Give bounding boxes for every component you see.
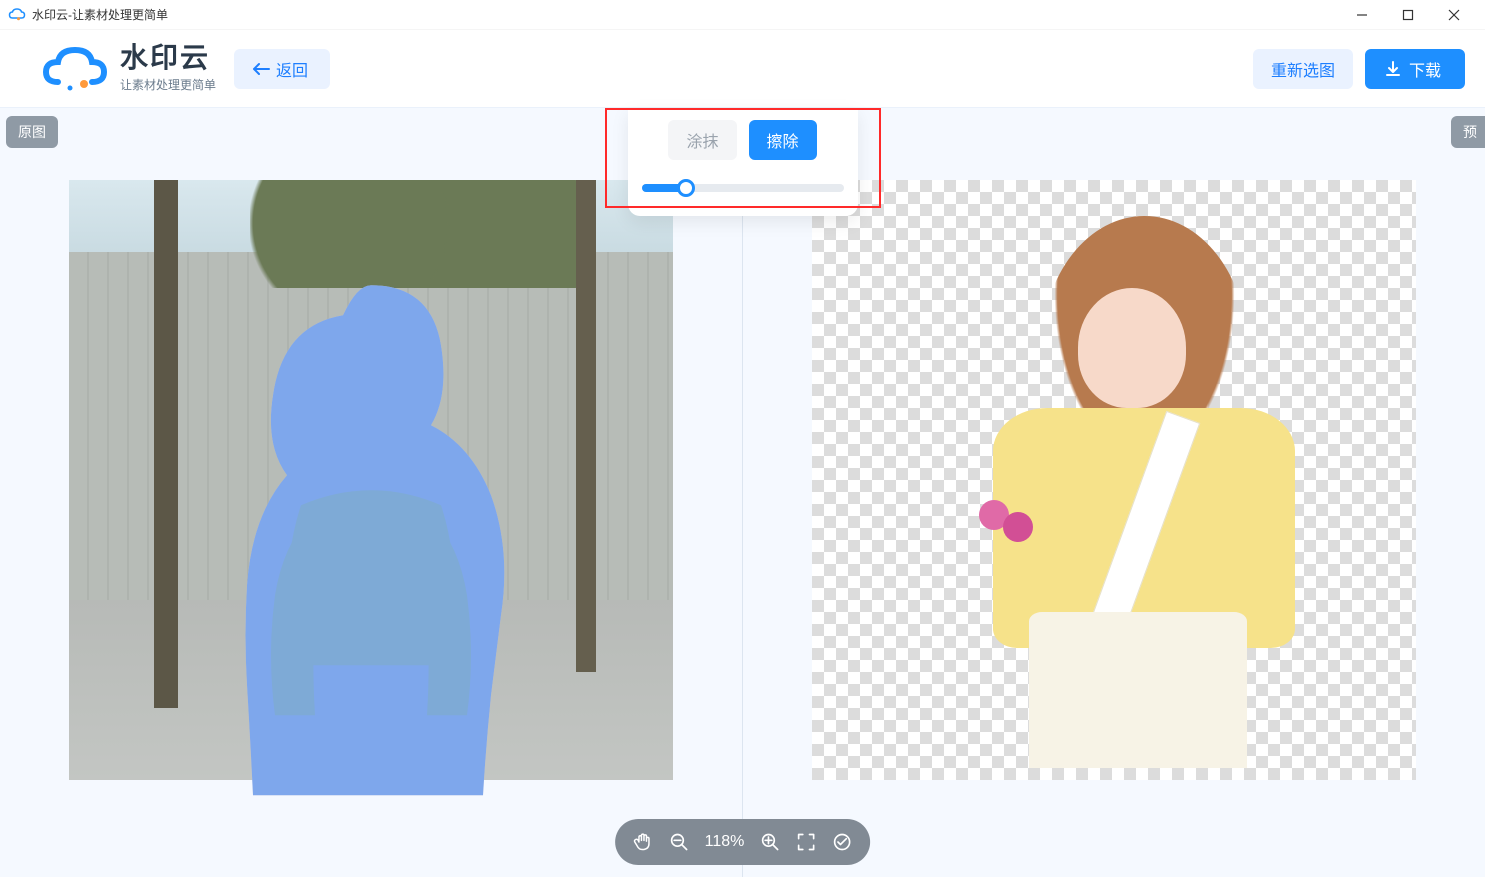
person-with-mask (161, 255, 581, 815)
result-image-pane[interactable] (743, 108, 1485, 877)
tab-smear[interactable]: 涂抹 (668, 120, 736, 160)
logo-icon (40, 44, 110, 94)
logo-name: 水印云 (120, 44, 216, 72)
download-icon (1385, 61, 1401, 77)
logo: 水印云 让素材处理更简单 (40, 44, 216, 94)
arrow-left-icon (252, 62, 270, 76)
tab-erase-label: 擦除 (767, 134, 799, 151)
main-area: 原图 预 涂抹 擦除 (0, 108, 1485, 877)
back-label: 返回 (276, 57, 308, 81)
tab-erase[interactable]: 擦除 (749, 120, 817, 160)
back-button[interactable]: 返回 (234, 49, 330, 89)
brush-size-slider[interactable] (642, 178, 844, 198)
original-badge: 原图 (6, 116, 58, 148)
download-button[interactable]: 下载 (1365, 49, 1465, 89)
result-image (812, 180, 1416, 780)
confirm-button[interactable] (832, 832, 852, 852)
zoom-level: 118% (705, 833, 745, 851)
maximize-button[interactable] (1385, 0, 1431, 30)
zoom-in-button[interactable] (760, 832, 780, 852)
check-circle-icon (832, 832, 852, 852)
reselect-label: 重新选图 (1271, 63, 1335, 80)
fit-screen-button[interactable] (796, 832, 816, 852)
window-controls (1339, 0, 1477, 30)
canvas-toolbar: 118% (615, 819, 871, 865)
fullscreen-icon (796, 832, 816, 852)
tool-tabs: 涂抹 擦除 (642, 120, 844, 160)
app-header: 水印云 让素材处理更简单 返回 重新选图 下载 (0, 30, 1485, 108)
zoom-out-icon (669, 832, 689, 852)
preview-badge: 预 (1451, 116, 1485, 148)
original-image-pane[interactable] (0, 108, 742, 877)
brush-tool-panel: 涂抹 擦除 (628, 108, 858, 216)
slider-thumb[interactable] (677, 179, 695, 197)
window-title: 水印云-让素材处理更简单 (32, 6, 1339, 23)
tab-smear-label: 涂抹 (686, 134, 718, 151)
slider-track (642, 184, 844, 192)
title-bar: 水印云-让素材处理更简单 (0, 0, 1485, 30)
zoom-out-button[interactable] (669, 832, 689, 852)
zoom-in-icon (760, 832, 780, 852)
hand-icon (633, 832, 653, 852)
close-button[interactable] (1431, 0, 1477, 30)
logo-slogan: 让素材处理更简单 (120, 76, 216, 93)
original-image (69, 180, 673, 780)
pan-tool[interactable] (633, 832, 653, 852)
minimize-button[interactable] (1339, 0, 1385, 30)
download-label: 下载 (1409, 57, 1441, 81)
app-icon (8, 6, 26, 24)
reselect-button[interactable]: 重新选图 (1253, 49, 1353, 89)
